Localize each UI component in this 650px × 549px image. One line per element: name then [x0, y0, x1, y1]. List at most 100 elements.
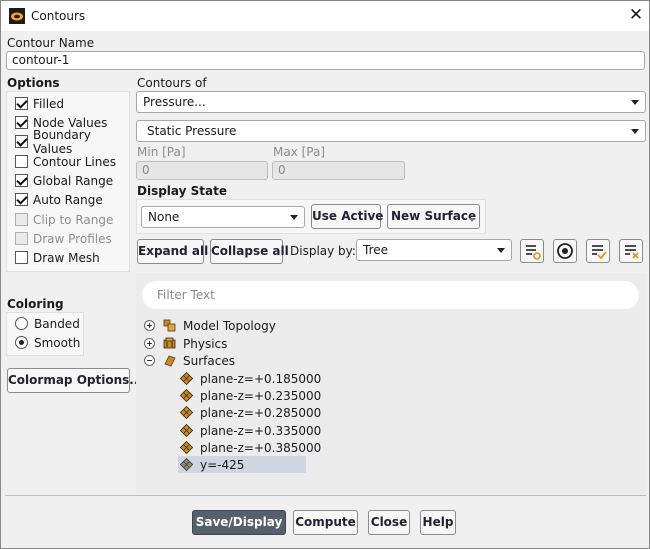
contours-dialog: Contours ✕ Contour Name contour-1 Option…	[0, 0, 650, 549]
checkbox-box[interactable]	[15, 193, 28, 206]
collapse-all-button[interactable]: Collapse all	[210, 239, 289, 264]
checkbox-box[interactable]	[15, 251, 28, 264]
tree-item-surface[interactable]: plane-z=+0.235000	[180, 387, 321, 404]
use-active-button[interactable]: Use Active	[311, 204, 383, 229]
checkbox-box[interactable]	[15, 155, 28, 168]
new-surface-button[interactable]: New Surface	[387, 204, 480, 229]
app-logo-icon	[9, 8, 25, 24]
list-settings-icon	[526, 245, 541, 260]
expand-all-button[interactable]: Expand all	[137, 239, 208, 264]
collapse-icon[interactable]	[144, 355, 155, 366]
display-state-select[interactable]: None	[141, 206, 305, 228]
display-by-label: Display by:	[290, 244, 356, 258]
contours-of-variable-select[interactable]: Static Pressure	[136, 120, 646, 142]
tree-item-surfaces[interactable]: Surfaces	[144, 352, 235, 369]
checkbox-box[interactable]	[15, 97, 28, 110]
radio-label: Banded	[34, 316, 80, 331]
draw-profiles-checkbox: Draw Profiles	[15, 229, 112, 248]
contours-of-category-select[interactable]: Pressure...	[136, 91, 646, 113]
checkbox-label: Draw Mesh	[33, 250, 100, 265]
banded-radio[interactable]: Banded	[15, 314, 80, 333]
chevron-down-icon	[631, 100, 639, 105]
tree-item-surface[interactable]: plane-z=+0.385000	[180, 439, 321, 456]
coloring-heading: Coloring	[7, 297, 64, 311]
target-circle-icon	[557, 243, 573, 259]
filter-text-input[interactable]: Filter Text	[142, 281, 639, 309]
min-input: 0	[136, 161, 268, 180]
footer-divider	[5, 495, 646, 496]
close-button[interactable]: Close	[368, 510, 410, 535]
filled-checkbox[interactable]: Filled	[15, 94, 64, 113]
checkbox-box	[15, 232, 28, 245]
tree-item-label: Surfaces	[183, 353, 235, 368]
list-clear-icon	[625, 245, 639, 259]
radio-button[interactable]	[15, 336, 28, 349]
contour-lines-checkbox[interactable]: Contour Lines	[15, 152, 116, 171]
tree-item-physics[interactable]: Physics	[144, 335, 227, 352]
checkbox-label: Draw Profiles	[33, 231, 112, 246]
list-check-icon	[592, 245, 607, 260]
auto-range-checkbox[interactable]: Auto Range	[15, 190, 103, 209]
tree-item-label: plane-z=+0.285000	[200, 405, 322, 420]
surface-grid-icon	[180, 406, 193, 419]
checkbox-box[interactable]	[15, 135, 28, 148]
max-label: Max [Pa]	[273, 145, 326, 159]
record-button[interactable]	[553, 239, 577, 263]
expand-icon[interactable]	[144, 338, 155, 349]
colormap-options-button[interactable]: Colormap Options...	[7, 368, 143, 393]
checkbox-label: Filled	[33, 96, 65, 111]
select-value: Pressure...	[143, 95, 206, 109]
select-all-button[interactable]	[586, 239, 610, 263]
close-icon[interactable]: ✕	[625, 4, 647, 26]
new-surface-label: New Surface	[391, 209, 477, 223]
draw-mesh-checkbox[interactable]: Draw Mesh	[15, 248, 100, 267]
surface-grid-icon	[180, 372, 193, 385]
options-panel: Filled Node Values Boundary Values Conto…	[6, 91, 130, 272]
tree-item-label: plane-z=+0.385000	[200, 440, 322, 455]
checkbox-label: Global Range	[33, 173, 114, 188]
contours-of-label: Contours of	[137, 76, 207, 90]
model-topology-icon	[163, 319, 176, 332]
radio-button[interactable]	[15, 317, 28, 330]
surface-grid-icon	[180, 441, 193, 454]
deselect-all-button[interactable]	[619, 239, 643, 263]
list-settings-button[interactable]	[520, 239, 544, 263]
tree-item-surface[interactable]: plane-z=+0.185000	[180, 370, 321, 387]
tree-item-label: plane-z=+0.185000	[200, 371, 322, 386]
tree-item-surface[interactable]: plane-z=+0.285000	[180, 404, 321, 421]
save-display-button[interactable]: Save/Display	[192, 510, 286, 535]
select-value: Tree	[363, 243, 389, 257]
options-heading: Options	[7, 76, 60, 90]
chevron-down-icon	[497, 248, 505, 253]
checkbox-box[interactable]	[15, 174, 28, 187]
clip-to-range-checkbox: Clip to Range	[15, 210, 113, 229]
tree-item-label: Physics	[183, 336, 228, 351]
select-value: None	[148, 210, 180, 224]
checkbox-box[interactable]	[15, 116, 28, 129]
radio-label: Smooth	[34, 335, 81, 350]
contour-name-input[interactable]: contour-1	[6, 51, 645, 70]
surface-grid-icon	[180, 458, 193, 471]
boundary-values-checkbox[interactable]: Boundary Values	[15, 128, 129, 156]
min-label: Min [Pa]	[137, 145, 186, 159]
help-button[interactable]: Help	[420, 510, 456, 535]
chevron-down-icon	[290, 215, 298, 220]
compute-button[interactable]: Compute	[293, 510, 358, 535]
tree-item-label: Model Topology	[183, 318, 276, 333]
tree-item-surface-selected[interactable]: y=-425	[178, 456, 306, 473]
surfaces-folder-icon	[164, 355, 176, 367]
smooth-radio[interactable]: Smooth	[15, 333, 80, 352]
tree-item-model-topology[interactable]: Model Topology	[144, 317, 276, 334]
tree-item-surface[interactable]: plane-z=+0.335000	[180, 422, 321, 439]
display-by-select[interactable]: Tree	[356, 239, 512, 261]
expand-icon[interactable]	[144, 320, 155, 331]
checkbox-box	[15, 213, 28, 226]
tree-item-label: y=-425	[200, 457, 245, 472]
physics-icon	[163, 337, 176, 349]
contour-name-label: Contour Name	[7, 36, 95, 50]
checkbox-label: Auto Range	[33, 192, 103, 207]
window-title: Contours	[31, 9, 86, 23]
checkbox-label: Contour Lines	[33, 154, 116, 169]
global-range-checkbox[interactable]: Global Range	[15, 171, 113, 190]
select-value: Static Pressure	[147, 124, 237, 138]
